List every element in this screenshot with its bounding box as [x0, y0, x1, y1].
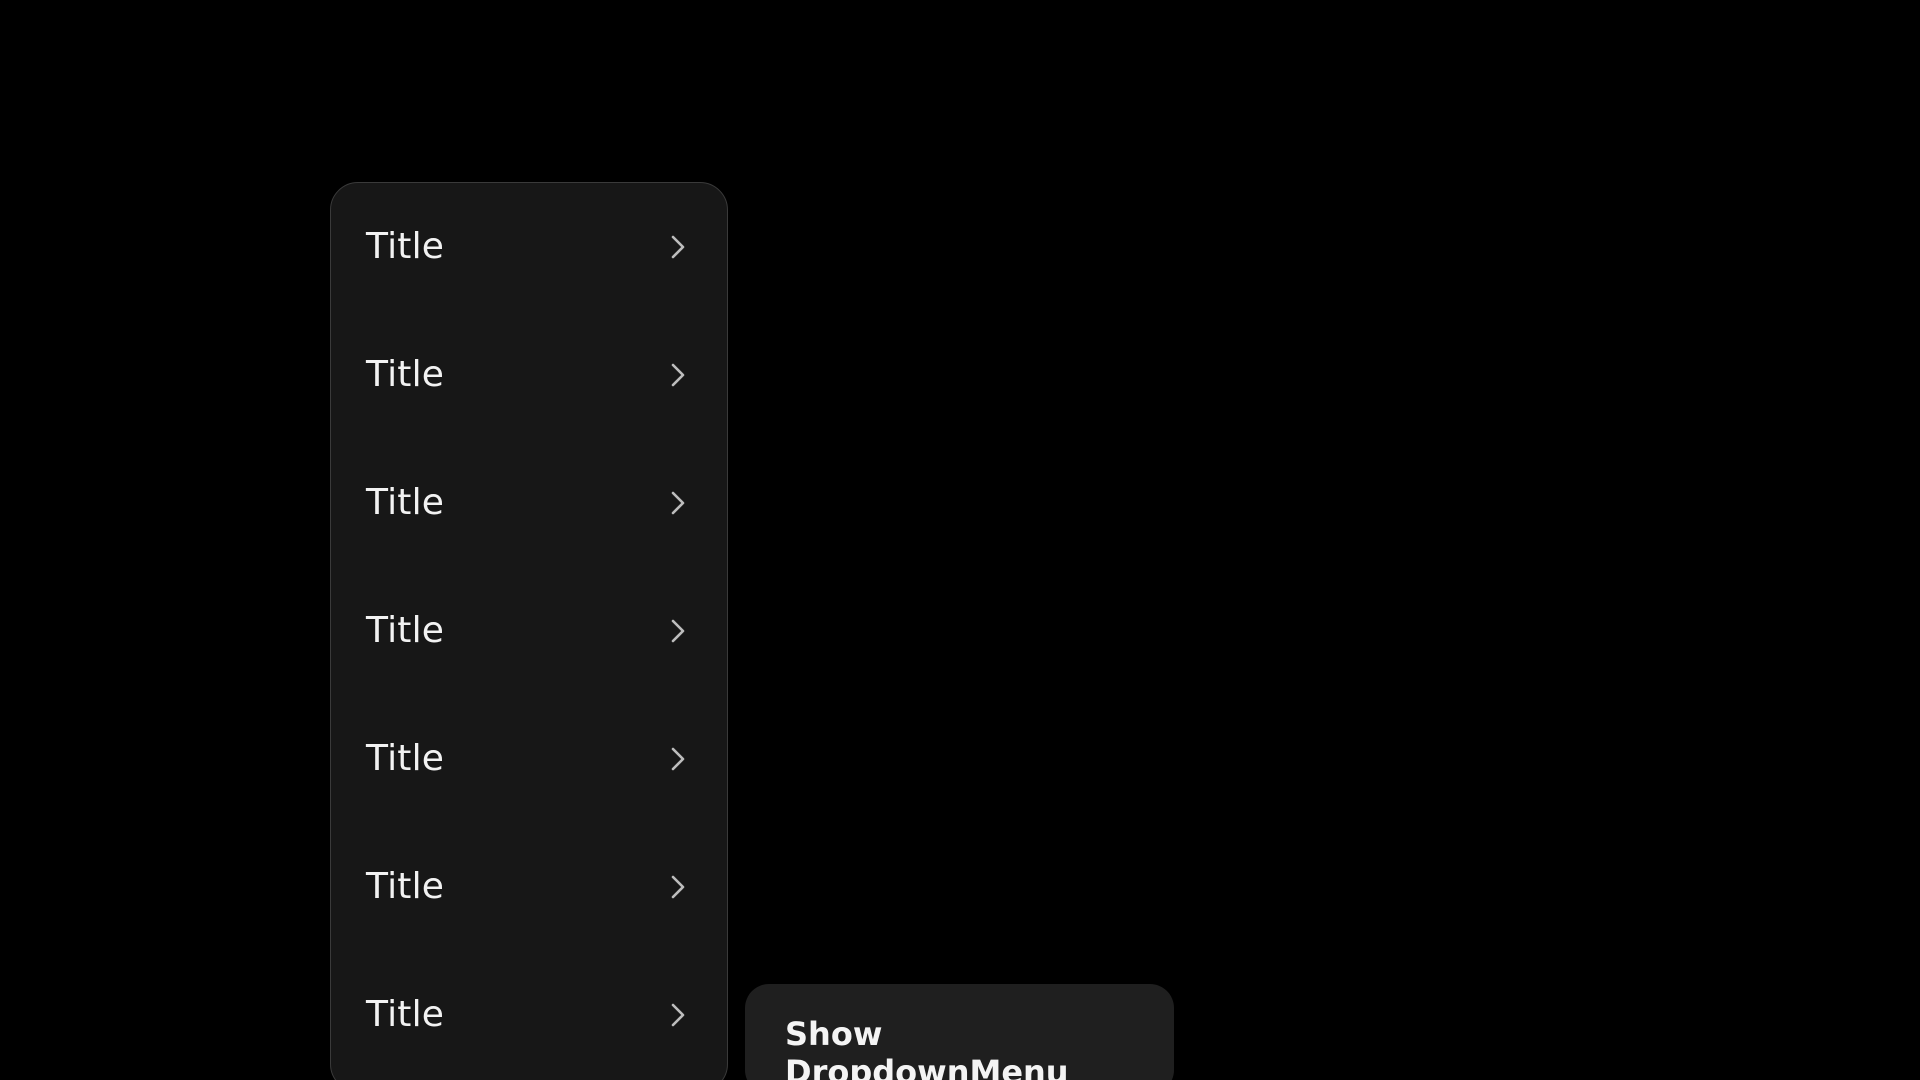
dropdown-menu-item[interactable]: Title: [331, 567, 727, 695]
chevron-right-icon: [667, 744, 689, 774]
dropdown-menu: Title Title Title Title Title Title Titl…: [330, 182, 728, 1080]
menu-item-label: Title: [366, 994, 445, 1035]
dropdown-menu-item[interactable]: Title: [331, 311, 727, 439]
chevron-right-icon: [667, 1000, 689, 1030]
menu-item-label: Title: [366, 226, 445, 267]
show-dropdown-menu-button[interactable]: Show DropdownMenu: [745, 984, 1174, 1080]
chevron-right-icon: [667, 872, 689, 902]
chevron-right-icon: [667, 488, 689, 518]
chevron-right-icon: [667, 232, 689, 262]
dropdown-menu-list: Title Title Title Title Title Title Titl…: [331, 183, 727, 1079]
dropdown-menu-item[interactable]: Title: [331, 183, 727, 311]
menu-item-label: Title: [366, 354, 445, 395]
menu-item-label: Title: [366, 738, 445, 779]
app-screen: Title Title Title Title Title Title Titl…: [0, 0, 1920, 1080]
menu-item-label: Title: [366, 482, 445, 523]
dropdown-menu-item[interactable]: Title: [331, 951, 727, 1079]
dropdown-menu-item[interactable]: Title: [331, 439, 727, 567]
chevron-right-icon: [667, 360, 689, 390]
menu-item-label: Title: [366, 610, 445, 651]
menu-item-label: Title: [366, 866, 445, 907]
chevron-right-icon: [667, 616, 689, 646]
dropdown-menu-item[interactable]: Title: [331, 695, 727, 823]
dropdown-menu-item[interactable]: Title: [331, 823, 727, 951]
